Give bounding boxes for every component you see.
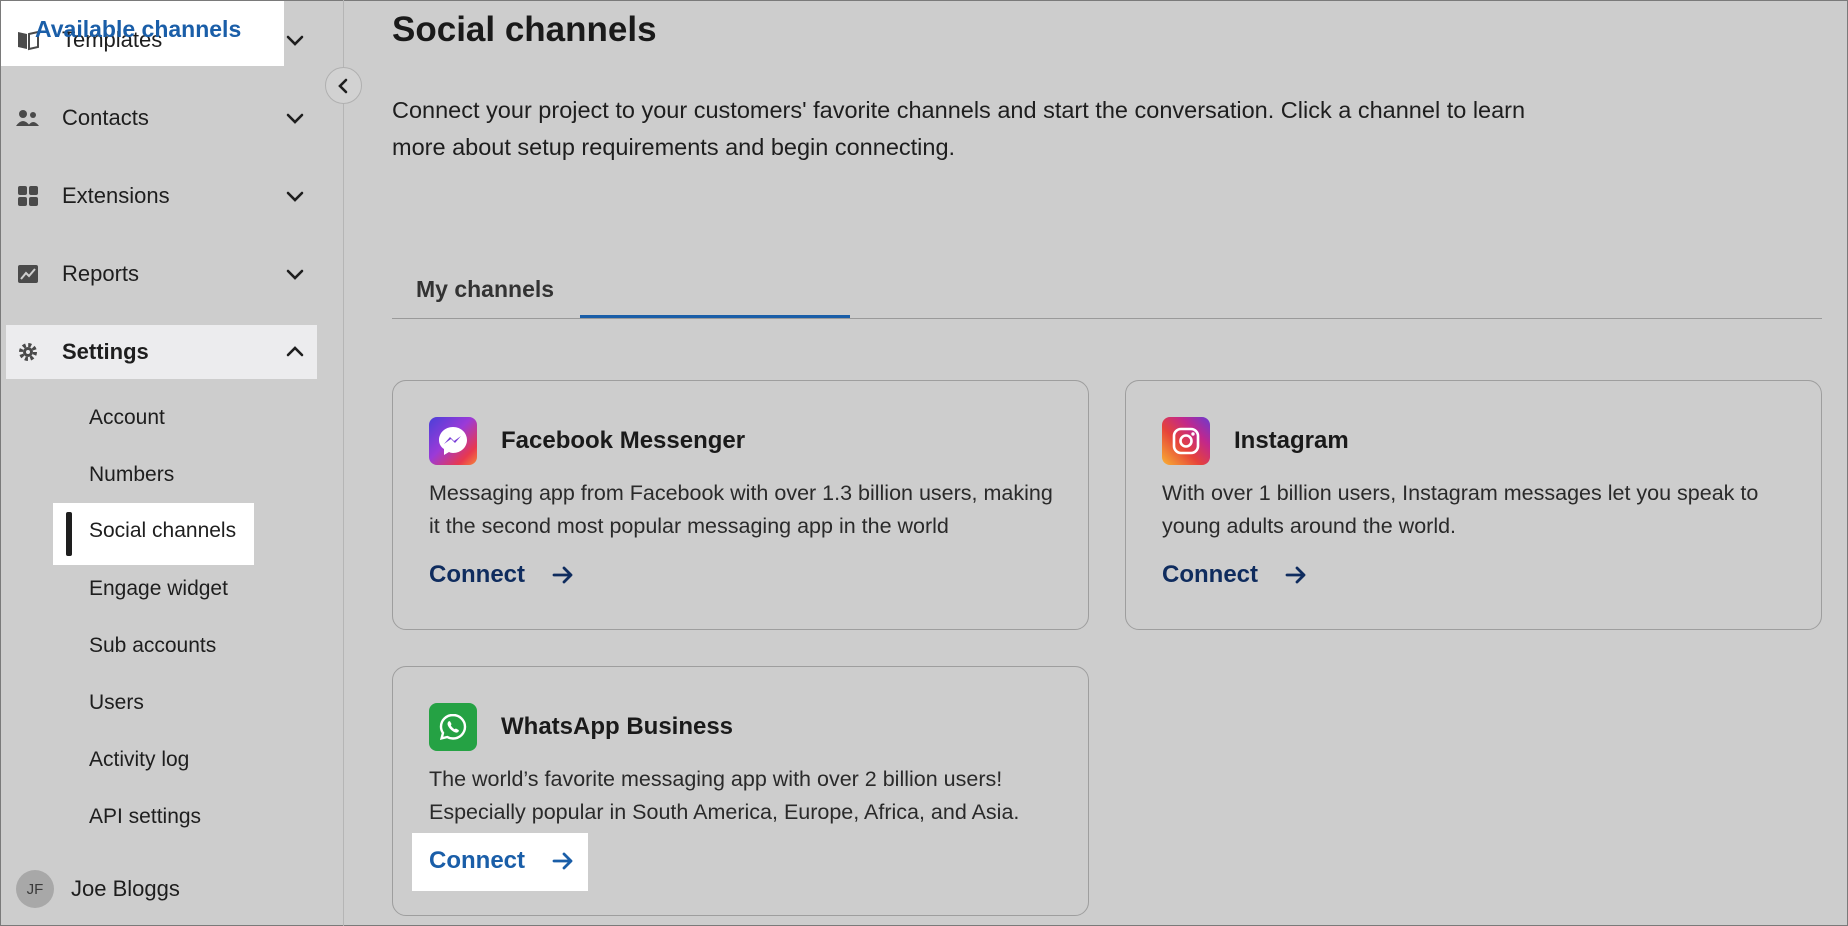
sidebar-subitem-numbers[interactable]: Numbers bbox=[89, 460, 174, 490]
instagram-icon bbox=[1162, 417, 1210, 465]
chart-icon bbox=[16, 262, 40, 286]
sidebar-item-reports[interactable]: Reports bbox=[6, 247, 317, 301]
active-tab-underline bbox=[580, 315, 850, 318]
gear-icon bbox=[16, 340, 40, 364]
sidebar-subitem-engage-widget[interactable]: Engage widget bbox=[89, 574, 228, 604]
page-intro: Connect your project to your customers' … bbox=[392, 97, 1526, 160]
chevron-down-icon[interactable] bbox=[284, 185, 306, 207]
sidebar-item-label: Settings bbox=[62, 339, 149, 364]
connect-link[interactable]: Connect bbox=[1162, 561, 1308, 589]
card-description: With over 1 billion users, Instagram mes… bbox=[1162, 481, 1759, 538]
card-description: The world’s favorite messaging app with … bbox=[429, 767, 1020, 824]
sidebar-subitem-social-channels[interactable]: Social channels bbox=[53, 503, 254, 565]
channel-card-instagram[interactable]: Instagram With over 1 billion users, Ins… bbox=[1125, 380, 1822, 630]
sidebar-item-contacts[interactable]: Contacts bbox=[6, 91, 317, 145]
user-profile[interactable]: JF Joe Bloggs bbox=[16, 870, 180, 908]
chevron-left-icon bbox=[337, 78, 347, 93]
page-title: Social channels bbox=[392, 10, 657, 49]
card-title: Instagram bbox=[1234, 427, 1349, 454]
channel-card-facebook-messenger[interactable]: Facebook Messenger Messaging app from Fa… bbox=[392, 380, 1089, 630]
sidebar-item-extensions[interactable]: Extensions bbox=[6, 169, 317, 223]
sidebar-item-label: Extensions bbox=[62, 183, 170, 208]
avatar: JF bbox=[16, 870, 54, 908]
sidebar-item-settings[interactable]: Settings bbox=[6, 325, 317, 379]
sidebar-subitem-api-settings[interactable]: API settings bbox=[89, 802, 201, 832]
connect-link[interactable]: Connect bbox=[429, 847, 575, 875]
sidebar-subitem-activity-log[interactable]: Activity log bbox=[89, 745, 189, 775]
tabs-divider bbox=[392, 318, 1822, 319]
whatsapp-icon bbox=[429, 703, 477, 751]
collapse-sidebar-button[interactable] bbox=[325, 67, 362, 104]
connect-label: Connect bbox=[1162, 561, 1258, 588]
card-description: Messaging app from Facebook with over 1.… bbox=[429, 481, 1053, 538]
connect-label: Connect bbox=[429, 561, 525, 588]
card-title: WhatsApp Business bbox=[501, 713, 734, 740]
sidebar-subitem-account[interactable]: Account bbox=[89, 403, 165, 433]
sidebar-subitem-label: Social channels bbox=[89, 519, 237, 542]
sidebar-item-label: Reports bbox=[62, 261, 140, 286]
channel-card-whatsapp-business[interactable]: WhatsApp Business The world’s favorite m… bbox=[392, 666, 1089, 916]
arrow-right-icon bbox=[1285, 566, 1306, 584]
chevron-down-icon[interactable] bbox=[284, 107, 306, 129]
card-title: Facebook Messenger bbox=[501, 427, 746, 454]
people-icon bbox=[16, 106, 40, 130]
grid-icon bbox=[16, 184, 40, 208]
sidebar-subitem-sub-accounts[interactable]: Sub accounts bbox=[89, 631, 216, 661]
active-indicator bbox=[66, 512, 72, 556]
tab-my-channels[interactable]: My channels bbox=[416, 257, 554, 321]
chevron-down-icon[interactable] bbox=[284, 29, 306, 51]
sidebar: Templates Contacts Extensions Reports Se… bbox=[0, 0, 344, 926]
sidebar-item-label: Contacts bbox=[62, 105, 149, 130]
chevron-up-icon[interactable] bbox=[284, 341, 306, 363]
tab-label: Available channels bbox=[35, 16, 242, 42]
connect-label: Connect bbox=[429, 847, 525, 874]
chevron-down-icon[interactable] bbox=[284, 263, 306, 285]
messenger-icon bbox=[429, 417, 477, 465]
connect-link[interactable]: Connect bbox=[429, 561, 575, 589]
user-name: Joe Bloggs bbox=[71, 876, 180, 901]
sidebar-subitem-users[interactable]: Users bbox=[89, 688, 144, 718]
arrow-right-icon bbox=[552, 852, 573, 870]
arrow-right-icon bbox=[552, 566, 573, 584]
